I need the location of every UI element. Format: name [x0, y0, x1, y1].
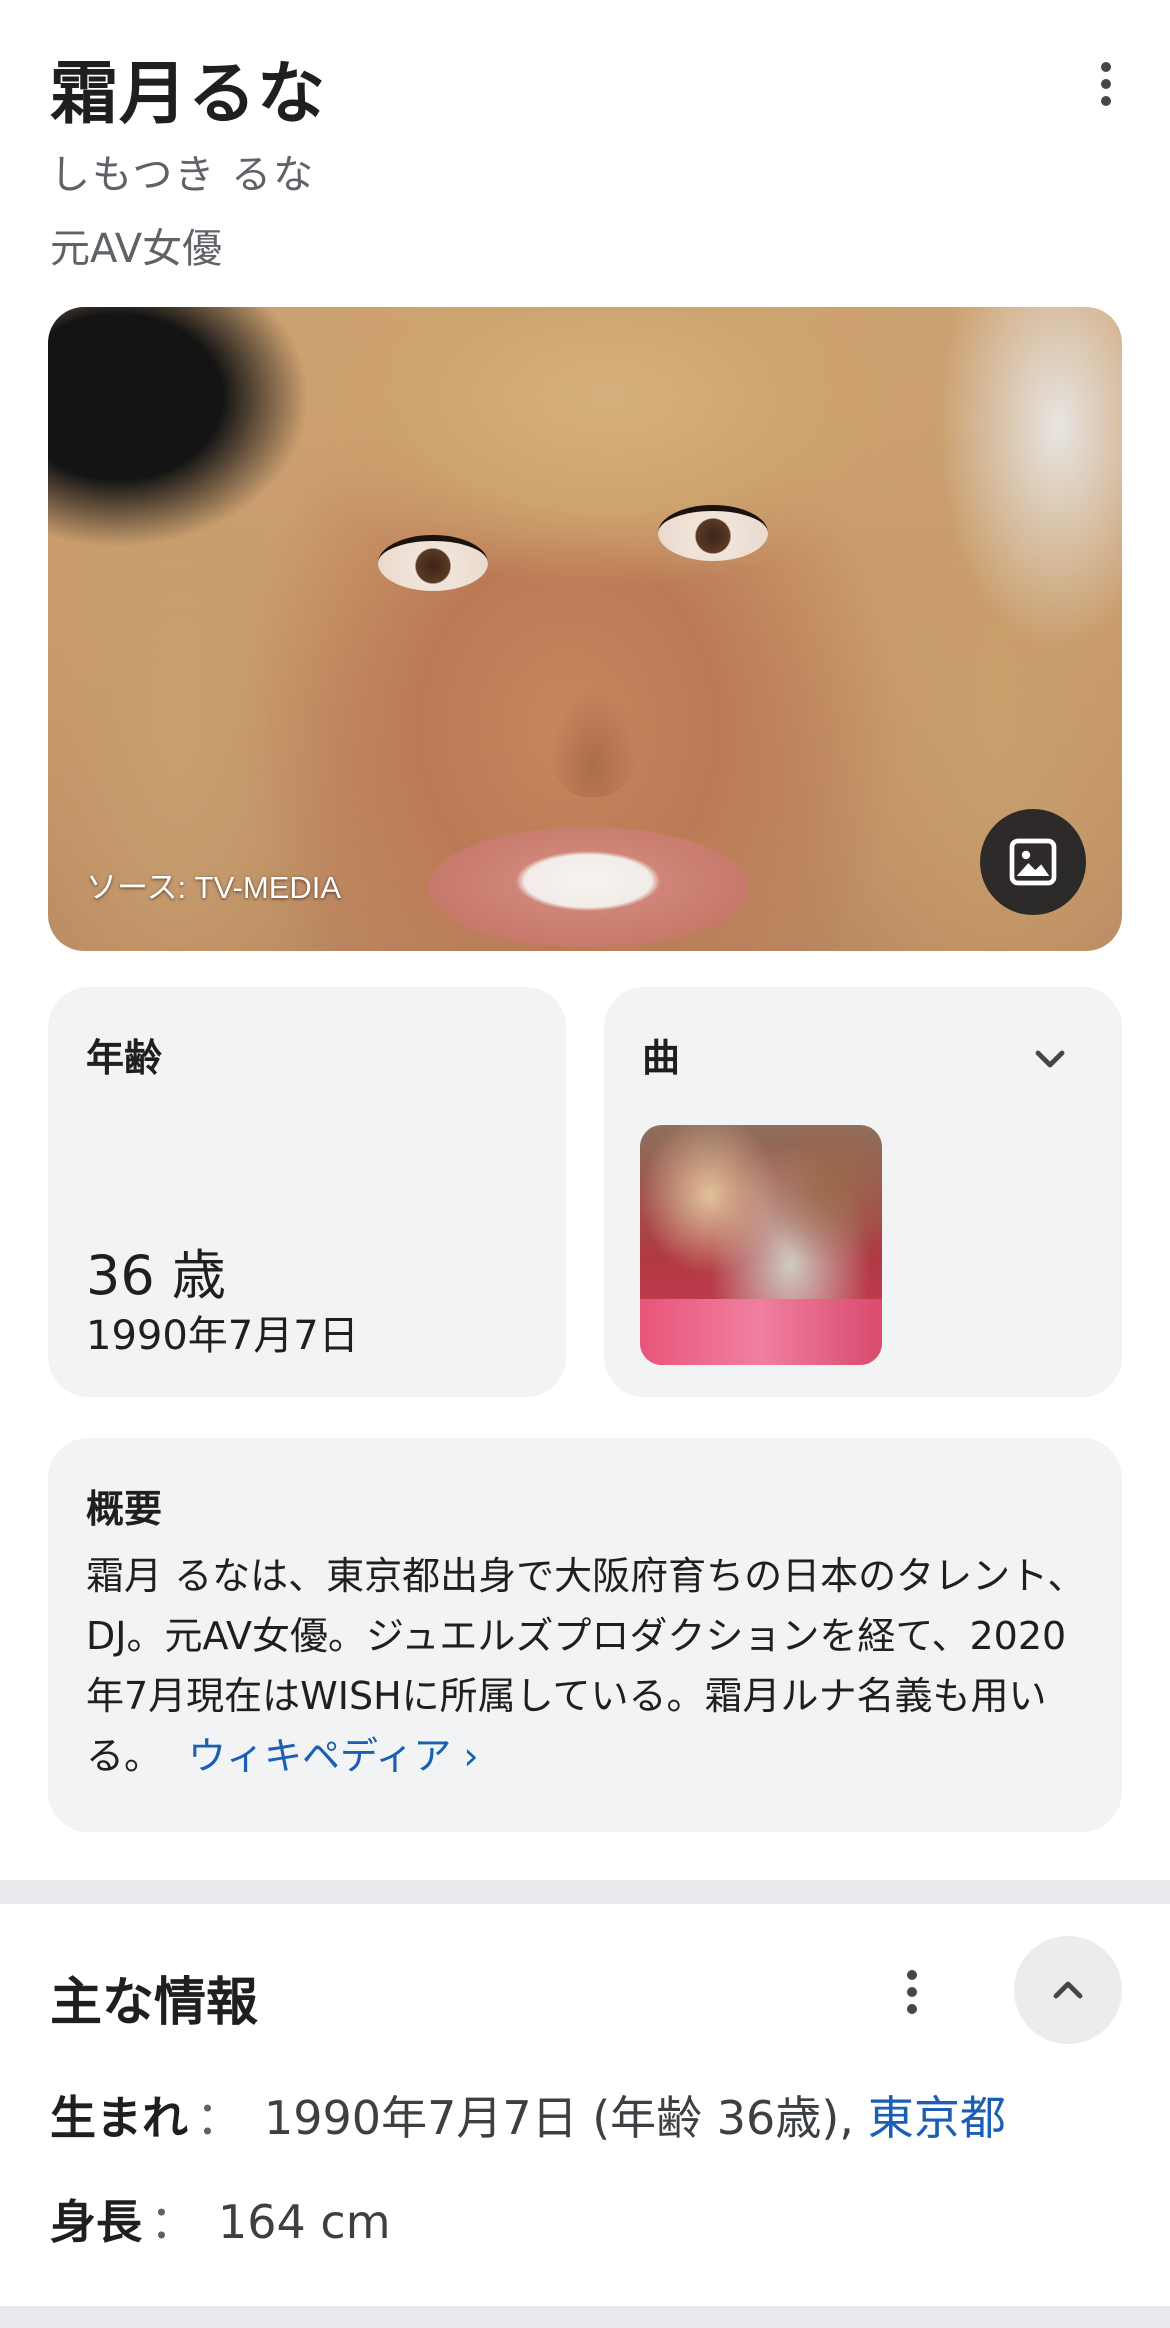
knowledge-header: 霜月るな しもつき るな 元AV女優 [0, 0, 1170, 290]
photo-detail [428, 827, 748, 947]
fact-born-value: 1990年7月7日 (年齢 36歳), [264, 2091, 854, 2145]
image-icon [1009, 838, 1057, 886]
wikipedia-link[interactable]: ウィキペディア › [188, 1734, 479, 1778]
fact-height-value: 164 cm [218, 2195, 391, 2249]
summary-body: 霜月 るなは、東京都出身で大阪府育ちの日本のタレント、DJ。元AV女優。ジュエル… [86, 1546, 1086, 1786]
entity-reading: しもつき るな [50, 152, 316, 198]
collapse-button[interactable] [1014, 1936, 1122, 2044]
chevron-down-icon[interactable] [1026, 1035, 1074, 1083]
age-card: 年齢 36 歳 1990年7月7日 [48, 987, 566, 1397]
birthplace-link[interactable]: 東京都 [868, 2091, 1006, 2145]
photo-detail [378, 535, 488, 591]
photo-detail [548, 687, 638, 797]
chevron-up-icon [1053, 1981, 1083, 1999]
summary-label: 概要 [86, 1487, 163, 1531]
more-options-button[interactable] [1082, 54, 1130, 114]
song-thumbnail[interactable] [640, 1125, 882, 1365]
fact-separator: ： [196, 2091, 242, 2145]
more-vert-icon [1101, 62, 1111, 72]
fact-separator: ： [150, 2195, 196, 2249]
image-source-label: ソース: TV-MEDIA [86, 870, 342, 905]
section-divider [0, 1880, 1170, 1904]
thumbnail-banner [640, 1299, 882, 1365]
key-facts-title: 主な情報 [50, 1973, 259, 2033]
facts-more-options-button[interactable] [888, 1962, 936, 2022]
fact-height-label: 身長 [50, 2195, 142, 2249]
summary-card: 概要 霜月 るなは、東京都出身で大阪府育ちの日本のタレント、DJ。元AV女優。ジ… [48, 1438, 1122, 1832]
hero-image[interactable]: ソース: TV-MEDIA [48, 307, 1122, 951]
birth-date: 1990年7月7日 [86, 1313, 359, 1359]
more-vert-icon [907, 1970, 917, 1980]
entity-description: 元AV女優 [50, 226, 223, 272]
entity-title: 霜月るな [50, 55, 327, 134]
songs-card[interactable]: 曲 [604, 987, 1122, 1397]
songs-label: 曲 [642, 1036, 681, 1080]
fact-born: 生まれ： 1990年7月7日 (年齢 36歳), 東京都 [50, 2082, 1006, 2148]
fact-born-label: 生まれ [50, 2091, 188, 2145]
photo-detail [658, 505, 768, 561]
fact-height: 身長： 164 cm [50, 2186, 391, 2252]
section-divider [0, 2306, 1170, 2328]
age-label: 年齢 [86, 1036, 163, 1080]
age-value: 36 歳 [86, 1244, 226, 1307]
more-images-button[interactable] [980, 809, 1086, 915]
